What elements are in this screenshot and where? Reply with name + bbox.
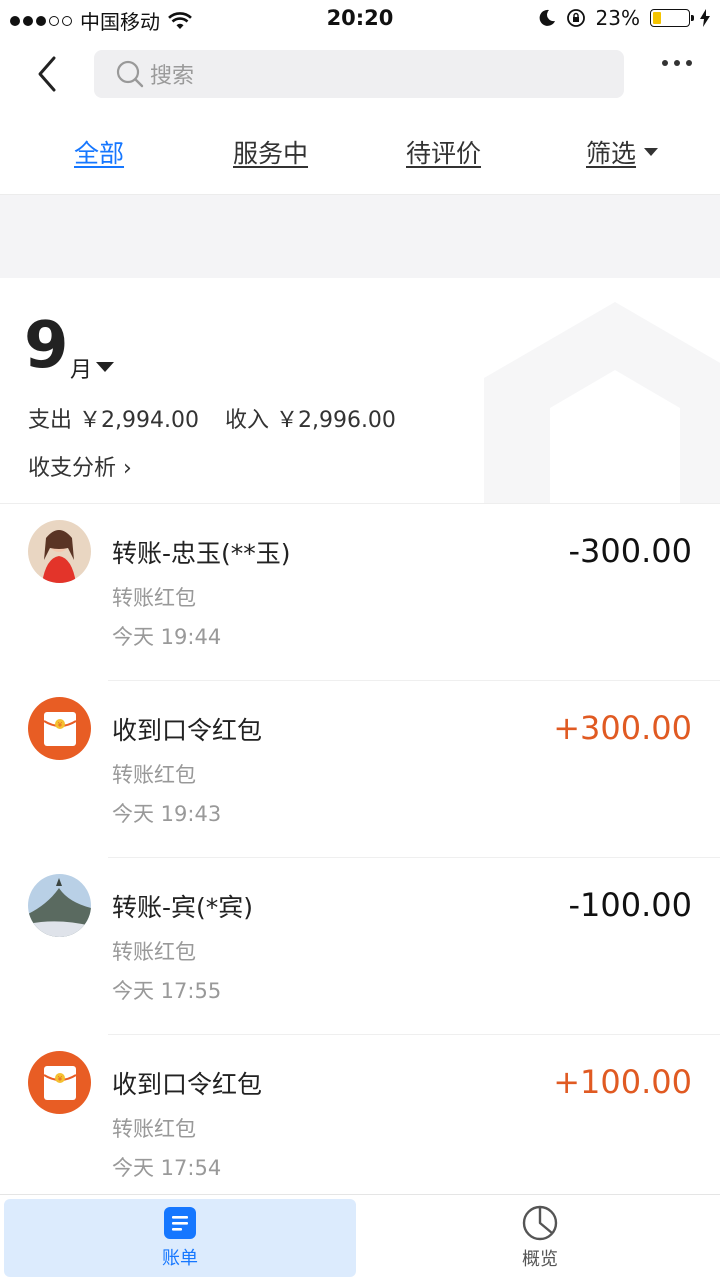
tab-pending-review[interactable]: 待评价 (406, 134, 481, 170)
search-placeholder: 搜索 (150, 64, 195, 89)
battery-level (653, 12, 661, 24)
transaction-category: 转账红包 (112, 586, 196, 610)
tab-overview-label: 概览 (522, 1249, 558, 1270)
month-number[interactable]: 9 (24, 314, 69, 378)
transaction-amount: +300.00 (553, 709, 692, 747)
transaction-amount: -300.00 (568, 532, 692, 570)
back-arrow-icon[interactable] (28, 54, 68, 94)
month-summary: 9 月 支出 ￥2,994.00 收入 ￥2,996.00 收支分析 › (0, 278, 720, 504)
month-unit[interactable]: 月 (70, 352, 92, 384)
svg-text:¥: ¥ (57, 721, 62, 729)
red-packet-icon: ¥ (28, 1051, 91, 1114)
battery-percent: 23% (595, 6, 640, 30)
transaction-category: 转账红包 (112, 1117, 196, 1141)
transaction-list: 转账-忠玉(**玉) 转账红包 今天 19:44 -300.00 ¥ 收到口令红… (0, 504, 720, 1212)
tab-overview[interactable]: 概览 (364, 1199, 716, 1277)
avatar (28, 874, 91, 937)
transaction-title: 收到口令红包 (112, 716, 263, 745)
more-options-icon[interactable] (662, 60, 692, 66)
transaction-row[interactable]: ¥ 收到口令红包 转账红包 今天 19:43 +300.00 (0, 681, 720, 858)
transaction-amount: -100.00 (568, 886, 692, 924)
pie-chart-icon (522, 1205, 558, 1241)
income-total: 收入 ￥2,996.00 (224, 408, 396, 433)
bottom-tab-bar: 账单 概览 (0, 1194, 720, 1280)
rotation-lock-icon (566, 9, 585, 27)
dropdown-arrow-icon (644, 148, 659, 156)
transaction-category: 转账红包 (112, 940, 196, 964)
transaction-row[interactable]: 转账-宾(*宾) 转账红包 今天 17:55 -100.00 (0, 858, 720, 1035)
charging-icon (700, 9, 710, 27)
transaction-row[interactable]: ¥ 收到口令红包 转账红包 今天 17:54 +100.00 (0, 1035, 720, 1212)
bill-icon (164, 1207, 196, 1239)
tab-filter-label: 筛选 (586, 139, 637, 168)
tab-all[interactable]: 全部 (74, 134, 124, 170)
separator-band (0, 194, 720, 278)
tab-bill-label: 账单 (162, 1248, 198, 1269)
avatar (28, 520, 91, 583)
filter-tabs: 全部 服务中 待评价 筛选 (0, 112, 720, 194)
status-right: 23% (538, 6, 710, 30)
transaction-category: 转账红包 (112, 763, 196, 787)
month-dropdown-icon[interactable] (96, 362, 114, 372)
search-input[interactable]: 搜索 (94, 50, 624, 98)
tab-filter[interactable]: 筛选 (586, 134, 659, 170)
transaction-time: 今天 17:54 (112, 1156, 222, 1180)
transaction-time: 今天 19:43 (112, 802, 222, 826)
transaction-title: 收到口令红包 (112, 1070, 263, 1099)
hexagon-watermark-icon (484, 302, 720, 504)
tab-in-service[interactable]: 服务中 (233, 134, 308, 170)
transaction-time: 今天 17:55 (112, 979, 222, 1003)
svg-text:¥: ¥ (57, 1075, 62, 1083)
moon-icon (539, 9, 555, 26)
status-bar: 中国移动 20:20 23% (0, 0, 720, 36)
tab-bill[interactable]: 账单 (4, 1199, 356, 1277)
battery-icon (650, 9, 694, 27)
red-packet-icon: ¥ (28, 697, 91, 760)
nav-bar: 搜索 (0, 36, 720, 112)
transaction-row[interactable]: 转账-忠玉(**玉) 转账红包 今天 19:44 -300.00 (0, 504, 720, 681)
analysis-link[interactable]: 收支分析 › (28, 450, 132, 482)
transaction-title: 转账-忠玉(**玉) (112, 539, 291, 568)
transaction-time: 今天 19:44 (112, 625, 222, 649)
search-icon (116, 60, 144, 88)
transaction-title: 转账-宾(*宾) (112, 893, 254, 922)
month-totals: 支出 ￥2,994.00 收入 ￥2,996.00 (28, 402, 396, 434)
transaction-amount: +100.00 (553, 1063, 692, 1101)
expense-total: 支出 ￥2,994.00 (28, 408, 199, 433)
